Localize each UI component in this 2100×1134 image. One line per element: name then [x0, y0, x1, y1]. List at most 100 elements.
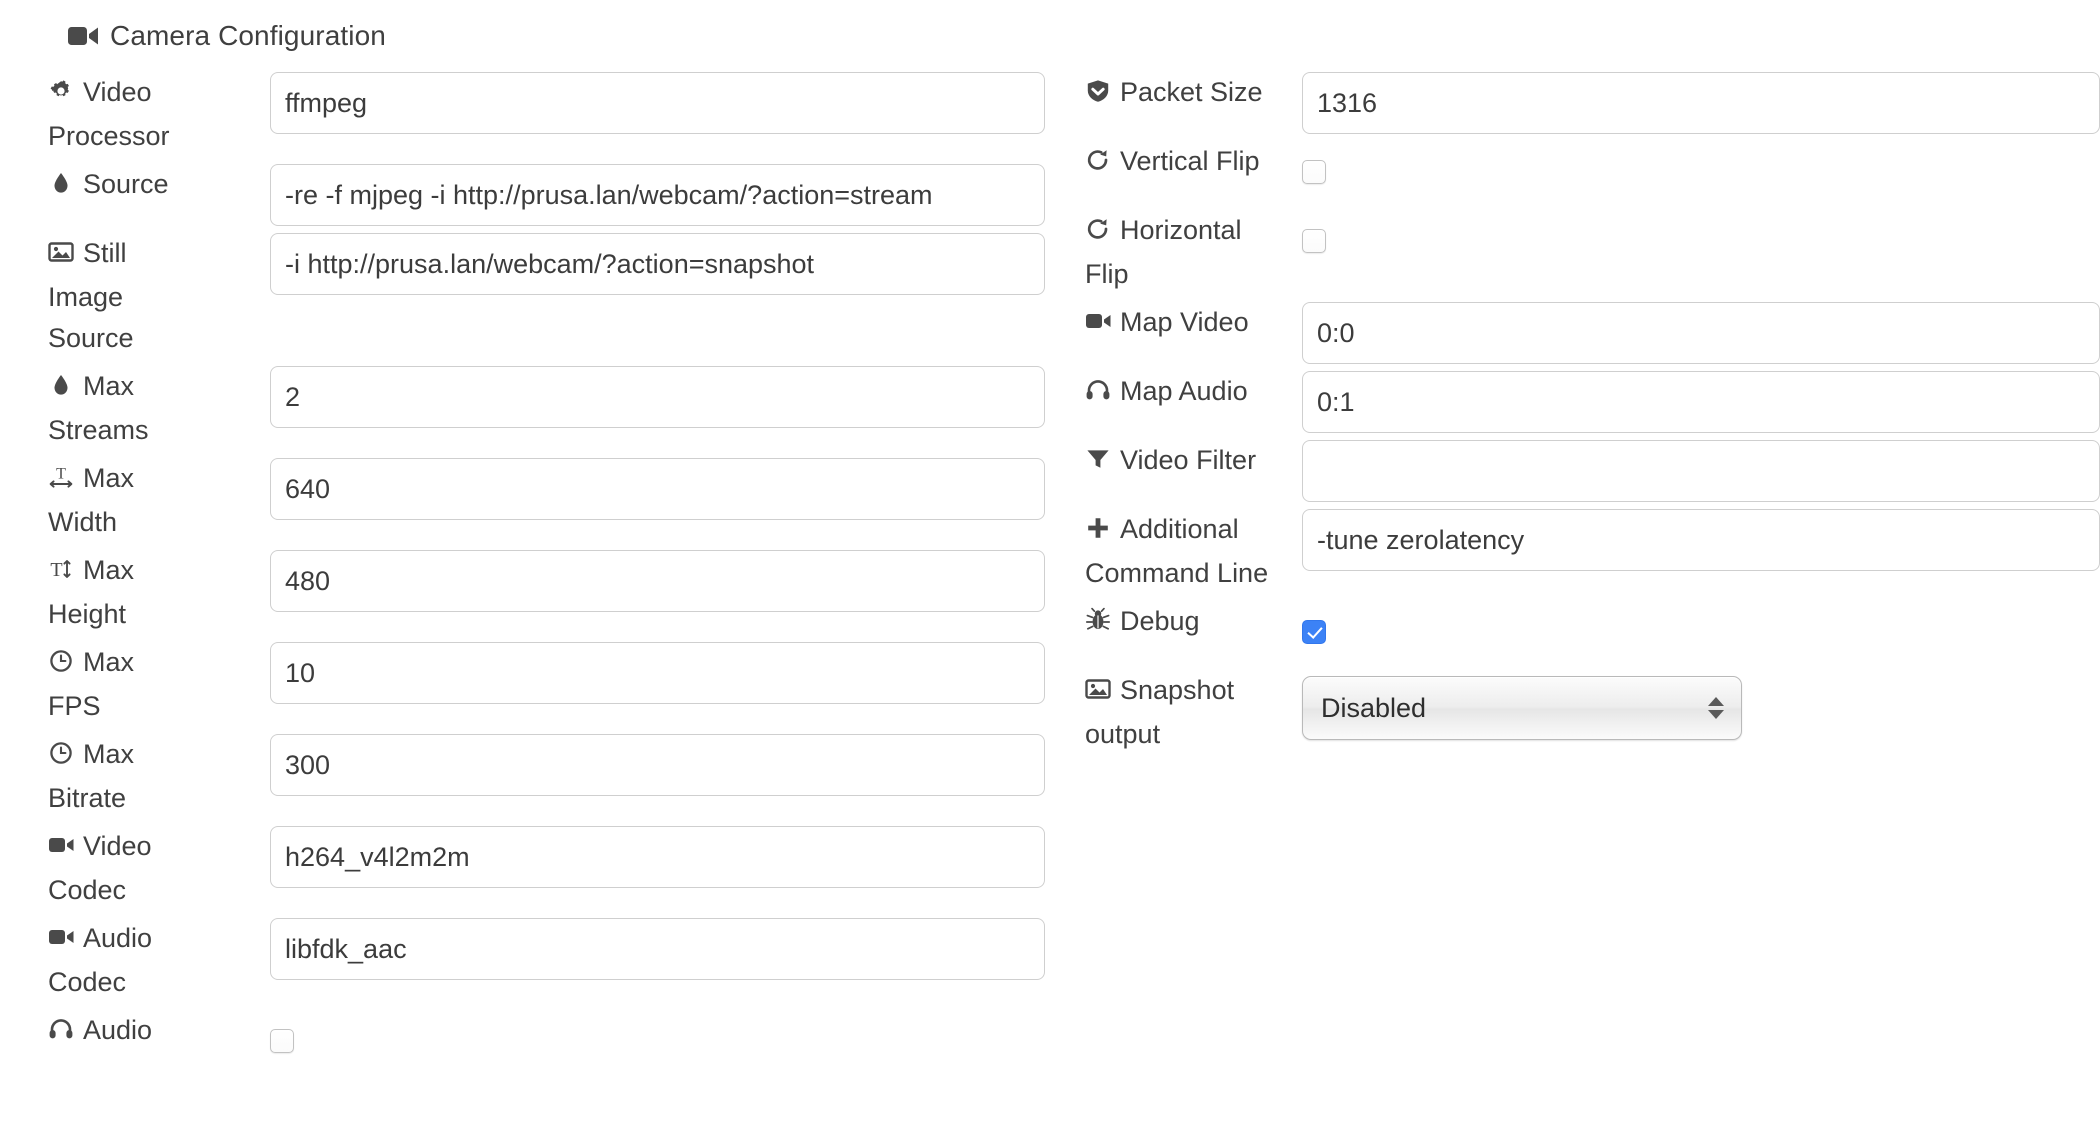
- field-row-max-bitrate: Max Bitrate: [0, 734, 1045, 819]
- packet-size-input[interactable]: [1302, 72, 2100, 134]
- snapshot-output-select[interactable]: Disabled: [1302, 676, 1742, 740]
- shield-check-icon: [1085, 75, 1111, 116]
- field-row-snapshot-output: Snapshot output Disabled: [1085, 670, 2100, 755]
- gear-icon: [48, 75, 74, 116]
- max-bitrate-input[interactable]: [270, 734, 1045, 796]
- field-control-video-filter: [1302, 440, 2100, 502]
- clock-icon: [48, 737, 74, 778]
- field-label-additional-command-line: Additional Command Line: [1085, 509, 1302, 594]
- checkbox-holder: [1302, 601, 2100, 663]
- field-row-map-video: Map Video: [1085, 302, 2100, 364]
- filter-icon: [1085, 443, 1111, 484]
- label-text: Debug: [1120, 606, 1200, 636]
- right-column: Packet Size Vertical Flip Horizontal Flip M…: [1085, 72, 2100, 762]
- checkbox-holder: [1302, 141, 2100, 203]
- field-control-audio: [270, 1010, 1045, 1072]
- select-holder: Disabled: [1302, 670, 2100, 746]
- label-text: Audio: [83, 1015, 153, 1045]
- field-row-max-fps: Max FPS: [0, 642, 1045, 727]
- left-column: Video ProcessorSourceStill Image SourceM…: [0, 72, 1045, 1079]
- field-control-debug: [1302, 601, 2100, 663]
- additional-command-line-input[interactable]: [1302, 509, 2100, 571]
- select-stepper-arrows-icon: [1708, 697, 1724, 719]
- checkbox-holder: [270, 1010, 1045, 1072]
- field-control-additional-command-line: [1302, 509, 2100, 571]
- clock-icon: [48, 645, 74, 686]
- select-value: Disabled: [1321, 692, 1427, 723]
- field-row-video-codec: Video Codec: [0, 826, 1045, 911]
- field-row-source: Source: [0, 164, 1045, 226]
- field-control-source: [270, 164, 1045, 226]
- field-row-map-audio: Map Audio: [1085, 371, 2100, 433]
- label-text: Additional Command Line: [1085, 514, 1269, 588]
- video-processor-input[interactable]: [270, 72, 1045, 134]
- vertical-flip-checkbox[interactable]: [1302, 160, 1326, 184]
- max-width-input[interactable]: [270, 458, 1045, 520]
- field-label-packet-size: Packet Size: [1085, 72, 1302, 116]
- field-row-debug: Debug: [1085, 601, 2100, 663]
- field-row-audio-codec: Audio Codec: [0, 918, 1045, 1003]
- field-label-audio: Audio: [0, 1010, 200, 1054]
- field-row-horizontal-flip: Horizontal Flip: [1085, 210, 2100, 295]
- field-control-max-fps: [270, 642, 1045, 704]
- field-control-packet-size: [1302, 72, 2100, 134]
- video-codec-input[interactable]: [270, 826, 1045, 888]
- field-row-vertical-flip: Vertical Flip: [1085, 141, 2100, 203]
- source-input[interactable]: [270, 164, 1045, 226]
- max-fps-input[interactable]: [270, 642, 1045, 704]
- field-control-video-codec: [270, 826, 1045, 888]
- field-label-max-height: T Max Height: [0, 550, 200, 635]
- field-row-video-processor: Video Processor: [0, 72, 1045, 157]
- field-label-snapshot-output: Snapshot output: [1085, 670, 1302, 755]
- still-image-source-input[interactable]: [270, 233, 1045, 295]
- svg-text:T: T: [50, 559, 62, 581]
- label-text: Video Filter: [1120, 445, 1257, 475]
- field-label-audio-codec: Audio Codec: [0, 918, 200, 1003]
- checkbox-holder: [1302, 210, 2100, 272]
- field-row-audio: Audio: [0, 1010, 1045, 1072]
- audio-codec-input[interactable]: [270, 918, 1045, 980]
- debug-checkbox[interactable]: [1302, 620, 1326, 644]
- field-control-snapshot-output: Disabled: [1302, 670, 2100, 746]
- field-control-audio-codec: [270, 918, 1045, 980]
- field-row-still-image-source: Still Image Source: [0, 233, 1045, 359]
- field-label-video-codec: Video Codec: [0, 826, 200, 911]
- label-text: Vertical Flip: [1120, 146, 1260, 176]
- audio-checkbox[interactable]: [270, 1029, 294, 1053]
- field-label-still-image-source: Still Image Source: [0, 233, 200, 359]
- map-audio-input[interactable]: [1302, 371, 2100, 433]
- video-camera-icon: [1085, 305, 1111, 346]
- field-control-max-bitrate: [270, 734, 1045, 796]
- field-control-video-processor: [270, 72, 1045, 134]
- field-label-video-filter: Video Filter: [1085, 440, 1302, 484]
- field-label-max-fps: Max FPS: [0, 642, 200, 727]
- field-control-map-audio: [1302, 371, 2100, 433]
- max-height-input[interactable]: [270, 550, 1045, 612]
- field-label-vertical-flip: Vertical Flip: [1085, 141, 1302, 185]
- text-width-icon: T: [48, 461, 74, 502]
- field-label-map-audio: Map Audio: [1085, 371, 1302, 415]
- video-filter-input[interactable]: [1302, 440, 2100, 502]
- headphones-icon: [1085, 374, 1111, 415]
- label-text: Packet Size: [1120, 77, 1263, 107]
- image-icon: [48, 236, 74, 277]
- rotate-icon: [1085, 213, 1111, 254]
- field-label-max-streams: Max Streams: [0, 366, 200, 451]
- field-label-source: Source: [0, 164, 200, 208]
- field-label-map-video: Map Video: [1085, 302, 1302, 346]
- section-header: Camera Configuration: [68, 22, 386, 50]
- svg-text:T: T: [56, 466, 66, 483]
- video-camera-icon: [48, 829, 74, 870]
- max-streams-input[interactable]: [270, 366, 1045, 428]
- label-text: Map Audio: [1120, 376, 1248, 406]
- camera-configuration-page: Camera Configuration Video Processor Sour…: [0, 0, 2100, 1134]
- field-row-max-height: T Max Height: [0, 550, 1045, 635]
- label-text: Source: [83, 169, 169, 199]
- map-video-input[interactable]: [1302, 302, 2100, 364]
- page-title: Camera Configuration: [110, 20, 386, 51]
- field-row-video-filter: Video Filter: [1085, 440, 2100, 502]
- headphones-icon: [48, 1013, 74, 1054]
- field-row-max-width: T Max Width: [0, 458, 1045, 543]
- field-label-horizontal-flip: Horizontal Flip: [1085, 210, 1302, 295]
- horizontal-flip-checkbox[interactable]: [1302, 229, 1326, 253]
